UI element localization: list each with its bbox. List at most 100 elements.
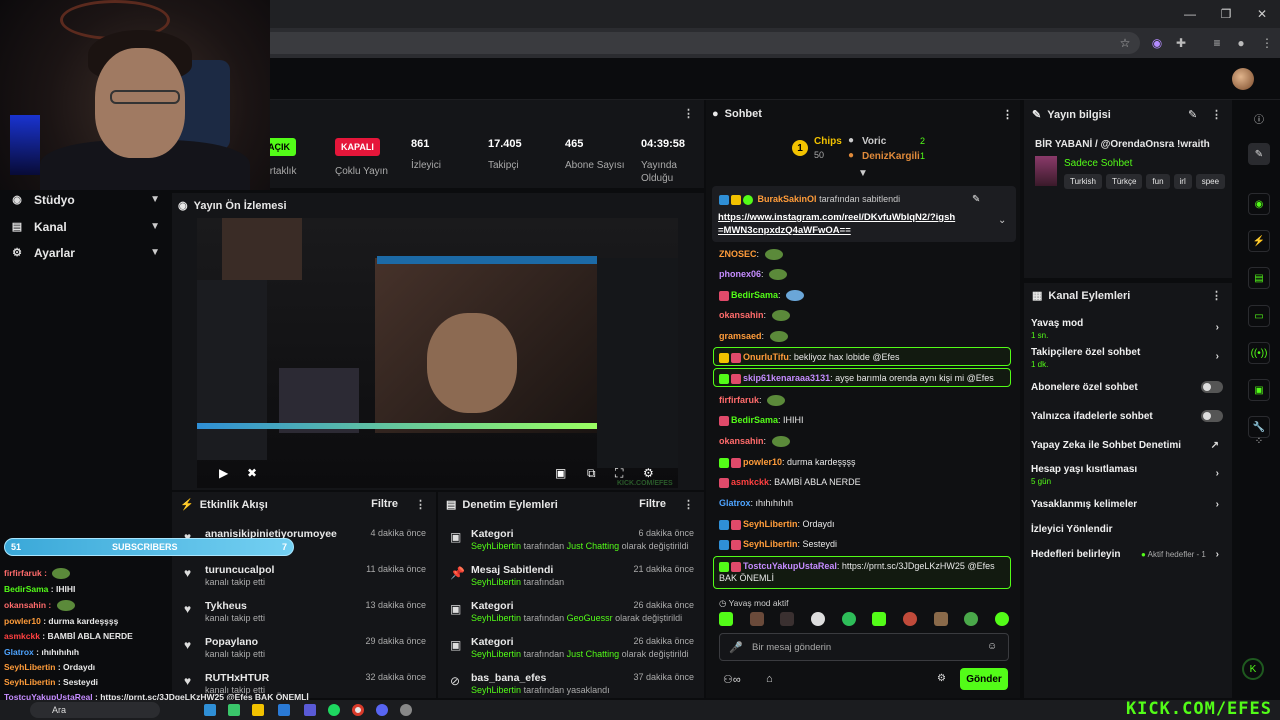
modlog-user[interactable]: SeyhLibertin (471, 541, 521, 551)
category-name[interactable]: Sadece Sohbet (1064, 158, 1132, 169)
stream-info-icon[interactable]: ▣ (1248, 379, 1270, 401)
send-button[interactable]: Gönder (960, 668, 1008, 690)
restore-icon[interactable]: ❐ (1208, 0, 1244, 28)
pin-icon[interactable]: ✎ (972, 194, 980, 205)
emote-icon[interactable] (902, 612, 917, 626)
emote-icon[interactable] (872, 612, 887, 626)
emote-icon[interactable] (933, 612, 948, 626)
chat-icon[interactable]: ▭ (1248, 305, 1270, 327)
emoji-picker-icon[interactable]: ☺ (987, 641, 997, 652)
minimize-icon[interactable]: — (1172, 0, 1208, 28)
emote-icon[interactable] (841, 612, 856, 626)
ai-moderation-row[interactable]: Yapay Zeka ile Sohbet Denetimi ↗ (1031, 440, 1227, 451)
more-options-icon[interactable]: ⋮ (415, 498, 426, 511)
tag[interactable]: Türkçe (1105, 174, 1143, 189)
tag[interactable]: fun (1146, 174, 1170, 189)
modlog-user[interactable]: SeyhLibertin (471, 613, 521, 623)
edge-icon[interactable] (204, 704, 216, 716)
more-options-icon[interactable]: ⋮ (1002, 108, 1013, 121)
multistream-badge[interactable]: KAPALI (335, 138, 380, 156)
chat-username[interactable]: BedirSama (731, 415, 778, 425)
settings-gear-icon[interactable]: ⚙ (937, 673, 946, 684)
more-options-icon[interactable]: ⋮ (683, 107, 694, 120)
more-options-icon[interactable]: ⋮ (1211, 108, 1222, 121)
play-icon[interactable]: ▶ (219, 466, 228, 480)
chat-username[interactable]: OnurluTifu (743, 352, 789, 362)
app-icon[interactable] (228, 704, 240, 716)
chat-input-placeholder[interactable]: Bir mesaj gönderin (752, 642, 831, 653)
emote-icon[interactable] (810, 612, 825, 626)
store-icon[interactable]: ⌂ (766, 673, 773, 685)
moderation-icon[interactable]: ▤ (1248, 267, 1270, 289)
chat-username[interactable]: skip61kenaraaa3131 (743, 373, 830, 383)
emote-icon[interactable] (749, 612, 764, 626)
leader-name[interactable]: Voric (862, 136, 886, 147)
chat-username[interactable]: okansahin (719, 436, 764, 446)
chrome-icon[interactable] (352, 704, 364, 716)
sidebar-item-channel[interactable]: ▤ Kanal ▼ (0, 213, 172, 240)
mute-icon[interactable]: ✖ (247, 466, 257, 480)
chat-username[interactable]: powler10 (743, 457, 782, 467)
emote-icon[interactable] (780, 612, 795, 626)
tag[interactable]: spee (1195, 174, 1226, 189)
mail-icon[interactable] (278, 704, 290, 716)
media-control-icon[interactable]: ≡ (1208, 34, 1226, 52)
followers-only-row[interactable]: Takipçilere özel sohbet 1 dk. › (1031, 347, 1227, 369)
activity-filter-button[interactable]: Filtre (371, 498, 398, 510)
modlog-user[interactable]: SeyhLibertin (471, 649, 521, 659)
bookmark-star-icon[interactable]: ☆ (1116, 34, 1134, 52)
edit-icon[interactable]: ✎ (1248, 143, 1270, 165)
stream-video-player[interactable]: ▶ ✖ ▣ ⧉ ⛶ ⚙ KICK.COM/EFES (197, 218, 678, 488)
pinned-link[interactable]: https://www.instagram.com/reel/DKvfuWblq… (718, 211, 958, 237)
settings-gear-icon[interactable]: ⚙ (643, 466, 654, 480)
chat-username[interactable]: TostcuYakupUstaReal (743, 561, 837, 571)
user-avatar[interactable] (1232, 68, 1254, 90)
goals-row[interactable]: Hedefleri belirleyin ● Aktif hedefler - 1… (1031, 549, 1227, 560)
address-bar[interactable] (260, 32, 1140, 54)
browser-menu-icon[interactable]: ⋮ (1258, 34, 1276, 52)
chat-username[interactable]: gramsaed (719, 331, 762, 341)
tag[interactable]: irl (1173, 174, 1192, 189)
sidebar-item-settings[interactable]: ⚙ Ayarlar ▼ (0, 239, 172, 266)
info-icon[interactable]: ⓘ (1248, 107, 1270, 129)
chat-username[interactable]: Glatrox (719, 498, 751, 508)
profile-icon[interactable]: ● (1232, 34, 1250, 52)
extension-icon[interactable]: ◉ (1148, 34, 1166, 52)
leader-name[interactable]: DenizKargili (862, 151, 920, 162)
account-age-row[interactable]: Hesap yaşı kısıtlaması 5 gün › (1031, 464, 1227, 486)
expand-chevron-icon[interactable]: ⌄ (998, 215, 1006, 226)
theatre-mode-icon[interactable]: ▣ (555, 466, 566, 480)
chat-username[interactable]: SeyhLibertin (743, 519, 798, 529)
taskbar-search[interactable] (30, 702, 160, 718)
leader-name[interactable]: Chips (814, 136, 842, 147)
chat-settings-icon[interactable]: ⚇∞ (723, 673, 741, 686)
chat-username[interactable]: ZNOSEC (719, 249, 757, 259)
chat-username[interactable]: okansahin (719, 310, 764, 320)
chat-username[interactable]: SeyhLibertin (743, 539, 798, 549)
pinned-by-user[interactable]: BurakSakinOl (758, 194, 817, 204)
fullscreen-icon[interactable]: ⛶ (615, 466, 623, 481)
emotes-only-toggle[interactable] (1201, 410, 1223, 422)
tag[interactable]: Turkish (1064, 174, 1102, 189)
add-widget-icon[interactable]: ⁘ (1248, 430, 1270, 452)
broadcast-icon[interactable]: ((•)) (1248, 342, 1270, 364)
app-icon[interactable] (304, 704, 316, 716)
file-explorer-icon[interactable] (252, 704, 264, 716)
emote-icon[interactable] (719, 612, 733, 626)
obs-icon[interactable] (400, 704, 412, 716)
close-icon[interactable]: ✕ (1244, 0, 1280, 28)
chat-username[interactable]: asmkckk (731, 477, 769, 487)
preview-icon[interactable]: ◉ (1248, 193, 1270, 215)
category-thumbnail[interactable] (1035, 156, 1057, 186)
spotify-icon[interactable] (328, 704, 340, 716)
extensions-puzzle-icon[interactable]: ✚ (1172, 34, 1190, 52)
host-raid-row[interactable]: İzleyici Yönlendir (1031, 524, 1227, 535)
microphone-icon[interactable]: 🎤 (729, 641, 743, 654)
sidebar-item-studio[interactable]: ◉ Stüdyo ▼ (0, 186, 172, 213)
more-options-icon[interactable]: ⋮ (683, 498, 694, 511)
edit-icon[interactable]: ✎ (1188, 108, 1197, 121)
modlog-filter-button[interactable]: Filtre (639, 498, 666, 510)
subscribers-only-toggle[interactable] (1201, 381, 1223, 393)
collapse-icon[interactable]: ▼ (858, 168, 868, 179)
modlog-user[interactable]: SeyhLibertin (471, 577, 521, 587)
